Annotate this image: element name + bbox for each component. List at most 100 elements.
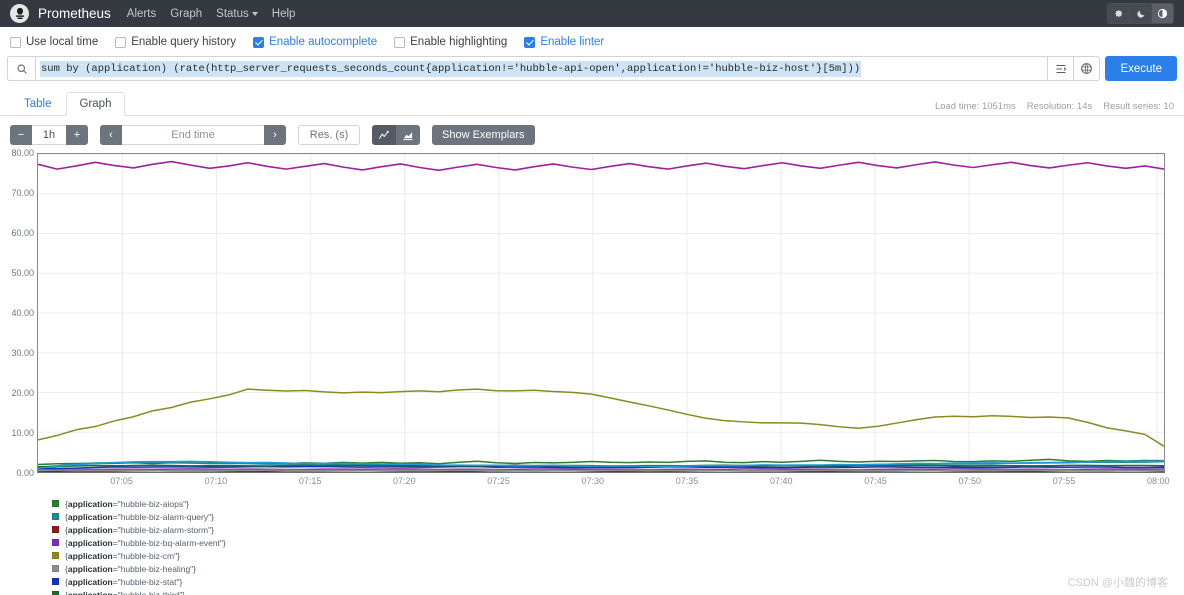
chart-legend: {application="hubble-biz-aiops"} {applica…	[0, 497, 1184, 595]
legend-color-swatch	[52, 513, 59, 520]
legend-item[interactable]: {application="hubble-biz-alarm-query"}	[52, 510, 1184, 523]
resolution-input[interactable]: Res. (s)	[298, 125, 360, 145]
legend-label: {application="hubble-biz-stat"}	[65, 576, 183, 587]
checkbox-icon[interactable]	[253, 36, 265, 48]
execute-button[interactable]: Execute	[1105, 56, 1177, 81]
plot-area[interactable]	[37, 153, 1165, 473]
option-label: Enable autocomplete	[269, 36, 378, 48]
y-axis-tick: 80.00	[11, 148, 34, 158]
tab-graph[interactable]: Graph	[65, 92, 126, 116]
option-enable-linter[interactable]: Enable linter	[524, 36, 604, 48]
legend-label: {application="hubble-biz-bq-alarm-event"…	[65, 537, 226, 548]
moon-icon[interactable]	[1130, 4, 1152, 23]
auto-theme-icon[interactable]	[1152, 4, 1173, 23]
series-line	[38, 389, 1164, 446]
x-axis: 07:05 07:10 07:15 07:20 07:25 07:30 07:35 07:40…	[37, 473, 1169, 489]
checkbox-icon[interactable]	[10, 36, 21, 48]
legend-label: {application="hubble-biz-third"}	[65, 589, 186, 595]
y-axis-tick: 0.00	[16, 468, 34, 478]
legend-label: {application="hubble-biz-aiops"}	[65, 498, 189, 509]
nav-link-graph-label: Graph	[170, 7, 203, 20]
legend-item[interactable]: {application="hubble-biz-stat"}	[52, 575, 1184, 588]
y-axis-tick: 50.00	[11, 268, 34, 278]
option-enable-highlighting[interactable]: Enable highlighting	[394, 36, 507, 48]
result-series-text: Result series: 10	[1103, 101, 1174, 112]
legend-label: {application="hubble-biz-healing"}	[65, 563, 197, 574]
query-options-row: Use local time Enable query history Enable…	[0, 27, 1184, 56]
option-enable-autocomplete[interactable]: Enable autocomplete	[253, 36, 377, 48]
legend-color-swatch	[52, 578, 59, 585]
prometheus-graph-page: Prometheus Alerts Graph Status Help Use …	[0, 0, 1184, 595]
checkbox-icon[interactable]	[394, 36, 406, 48]
stacked-chart-icon[interactable]	[396, 125, 420, 145]
x-axis-tick: 07:40	[770, 476, 793, 486]
previous-time-button[interactable]: ‹	[100, 125, 122, 145]
legend-item[interactable]: {application="hubble-biz-bq-alarm-event"…	[52, 536, 1184, 549]
navbar: Prometheus Alerts Graph Status Help	[0, 0, 1184, 27]
increase-range-button[interactable]: +	[66, 125, 88, 145]
result-tabs: Table Graph Load time: 1051ms Resolution…	[0, 91, 1184, 116]
option-label: Use local time	[26, 36, 99, 48]
legend-item[interactable]: {application="hubble-biz-healing"}	[52, 562, 1184, 575]
load-time-text: Load time: 1051ms	[934, 101, 1016, 112]
line-chart-icon[interactable]	[372, 125, 396, 145]
legend-label: {application="hubble-biz-alarm-query"}	[65, 511, 214, 522]
resolution-text: Resolution: 14s	[1026, 101, 1093, 112]
option-label: Enable linter	[540, 36, 605, 48]
nav-link-help[interactable]: Help	[272, 8, 296, 20]
nav-link-graph[interactable]: Graph	[170, 8, 202, 20]
end-time-input[interactable]: End time	[122, 125, 264, 145]
nav-link-alerts[interactable]: Alerts	[127, 8, 156, 20]
decrease-range-button[interactable]: −	[10, 125, 32, 145]
option-label: Enable highlighting	[410, 36, 508, 48]
end-time-picker: ‹ End time ›	[100, 125, 286, 145]
search-icon	[7, 56, 35, 81]
checkbox-icon[interactable]	[115, 36, 127, 48]
legend-item[interactable]: {application="hubble-biz-cm"}	[52, 549, 1184, 562]
series-line	[38, 162, 1164, 171]
y-axis-tick: 60.00	[11, 228, 34, 238]
plot-svg	[38, 154, 1164, 472]
y-axis-tick: 10.00	[11, 428, 34, 438]
legend-item[interactable]: {application="hubble-biz-third"}	[52, 588, 1184, 595]
tab-table[interactable]: Table	[10, 92, 66, 116]
legend-item[interactable]: {application="hubble-biz-alarm-storm"}	[52, 523, 1184, 536]
next-time-button[interactable]: ›	[264, 125, 286, 145]
legend-color-swatch	[52, 500, 59, 507]
y-axis-tick: 30.00	[11, 348, 34, 358]
query-bar: sum by (application) (rate(http_server_r…	[0, 56, 1184, 81]
query-input[interactable]: sum by (application) (rate(http_server_r…	[35, 56, 1048, 81]
chart-type-toggle	[372, 125, 420, 145]
x-axis-tick: 07:55	[1052, 476, 1076, 486]
brand-name[interactable]: Prometheus	[38, 6, 111, 21]
y-axis-tick: 20.00	[11, 388, 34, 398]
show-exemplars-button[interactable]: Show Exemplars	[432, 125, 535, 145]
x-axis-tick: 07:30	[581, 476, 605, 486]
option-enable-query-history[interactable]: Enable query history	[115, 36, 236, 48]
nav-link-help-label: Help	[271, 7, 296, 20]
checkbox-icon[interactable]	[524, 36, 536, 48]
range-stepper: − 1h +	[10, 125, 88, 145]
y-axis-tick: 70.00	[11, 188, 34, 198]
option-use-local-time[interactable]: Use local time	[10, 36, 98, 48]
range-input[interactable]: 1h	[32, 125, 66, 145]
x-axis-tick: 07:45	[864, 476, 887, 486]
x-axis-tick: 07:05	[110, 476, 133, 486]
theme-switcher	[1107, 3, 1174, 24]
nav-link-status[interactable]: Status	[216, 8, 258, 20]
legend-color-swatch	[52, 539, 59, 546]
y-axis: 0.00 10.00 20.00 30.00 40.00 50.00 60.00 70.00 8…	[0, 148, 34, 478]
x-axis-tick: 07:50	[958, 476, 982, 486]
x-axis-tick: 07:20	[393, 476, 416, 486]
legend-color-swatch	[52, 526, 59, 533]
metrics-explorer-icon[interactable]	[1073, 56, 1101, 81]
format-expression-icon[interactable]	[1047, 56, 1074, 81]
x-axis-tick: 07:25	[487, 476, 510, 486]
graph-controls: − 1h + ‹ End time › Res. (s) Show Exempl…	[0, 116, 1184, 145]
x-axis-tick: 07:15	[298, 476, 322, 486]
series-line	[38, 470, 1164, 471]
settings-gear-icon[interactable]	[1108, 4, 1130, 23]
query-expression-text: sum by (application) (rate(http_server_r…	[40, 60, 862, 77]
prometheus-torch-icon	[10, 4, 29, 23]
legend-item[interactable]: {application="hubble-biz-aiops"}	[52, 497, 1184, 510]
